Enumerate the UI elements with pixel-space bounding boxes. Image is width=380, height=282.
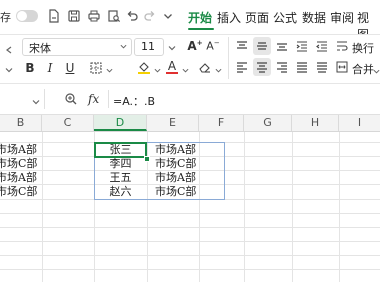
increase-font-glyph: A+ xyxy=(187,39,203,53)
formula-input-separator xyxy=(108,90,109,108)
align-top-icon[interactable] xyxy=(233,37,251,55)
justify-icon[interactable] xyxy=(293,58,311,76)
merge-cells-icon[interactable] xyxy=(333,58,351,76)
column-header-h[interactable]: H xyxy=(292,115,339,131)
more-chevron-down-icon[interactable] xyxy=(160,8,176,24)
font-size-select[interactable]: 11 xyxy=(134,38,164,56)
fill-color-chevron-icon[interactable] xyxy=(154,64,161,73)
autosave-label: 存 xyxy=(0,11,11,24)
font-color-letter: A xyxy=(167,59,177,73)
align-bottom-icon[interactable] xyxy=(273,37,291,55)
formula-input[interactable]: =A.：.B xyxy=(113,93,155,109)
tab-page[interactable]: 页面 xyxy=(245,9,269,26)
font-size-value: 11 xyxy=(141,40,155,53)
save-icon[interactable] xyxy=(66,8,82,24)
font-size-chevron-icon[interactable] xyxy=(168,42,176,51)
column-header-d[interactable]: D xyxy=(94,115,147,131)
increase-font-icon[interactable]: A+ xyxy=(186,37,204,55)
scroll-left-chevron-icon[interactable] xyxy=(5,44,13,54)
tab-insert[interactable]: 插入 xyxy=(217,9,241,26)
redo-icon[interactable] xyxy=(142,8,158,24)
fx-icon[interactable]: fx xyxy=(88,92,99,106)
toggle-knob xyxy=(17,11,27,21)
tab-data[interactable]: 数据 xyxy=(302,9,326,26)
chevron-down-icon xyxy=(120,44,127,49)
cell-b2[interactable]: 市场A部 xyxy=(0,143,37,157)
tab-review[interactable]: 审阅 xyxy=(330,9,354,26)
font-color-icon[interactable]: A xyxy=(163,58,181,76)
column-header-c[interactable]: C xyxy=(42,115,94,131)
font-color-bar xyxy=(166,72,178,74)
indent-icon[interactable] xyxy=(293,37,311,55)
tab-home[interactable]: 开始 xyxy=(188,9,212,26)
italic-button[interactable]: I xyxy=(41,59,59,77)
ribbon-separator xyxy=(228,37,229,79)
border-icon[interactable] xyxy=(87,59,105,77)
column-header-i[interactable]: I xyxy=(339,115,380,131)
tab-formulas[interactable]: 公式 xyxy=(273,9,297,26)
eraser-icon[interactable] xyxy=(196,58,214,76)
grid-line xyxy=(42,132,43,282)
underline-button[interactable]: U xyxy=(61,59,79,77)
column-header-g[interactable]: G xyxy=(244,115,292,131)
align-left-icon[interactable] xyxy=(233,58,251,76)
print-icon[interactable] xyxy=(86,8,102,24)
grid-line xyxy=(0,255,380,256)
grid-line xyxy=(0,213,380,214)
column-header-e[interactable]: E xyxy=(147,115,199,131)
grid-line xyxy=(0,241,380,242)
fill-color-icon[interactable] xyxy=(135,58,153,76)
ribbon-row2-chevron-icon[interactable] xyxy=(5,64,13,73)
cell-b4[interactable]: 市场A部 xyxy=(0,171,37,185)
grid-line xyxy=(0,269,380,270)
font-color-chevron-icon[interactable] xyxy=(182,64,189,73)
active-tab-indicator xyxy=(188,28,214,30)
eraser-chevron-icon[interactable] xyxy=(215,64,222,73)
column-header-f[interactable]: F xyxy=(199,115,244,131)
wrap-text-label[interactable]: 换行 xyxy=(352,40,374,56)
formula-bar-separator xyxy=(44,89,45,109)
wrap-text-icon[interactable] xyxy=(333,37,351,55)
fill-handle[interactable] xyxy=(144,156,150,162)
bold-button[interactable]: B xyxy=(21,59,39,77)
merge-label[interactable]: 合并 xyxy=(352,61,374,77)
name-box-chevron-icon[interactable] xyxy=(32,96,40,105)
print-preview-icon[interactable] xyxy=(106,8,122,24)
grid-line xyxy=(292,132,293,282)
align-middle-icon[interactable] xyxy=(253,37,271,55)
grid-line xyxy=(244,132,245,282)
decrease-font-icon[interactable]: A− xyxy=(204,37,222,55)
formula-bar xyxy=(0,84,380,114)
grid-line xyxy=(339,132,340,282)
decrease-font-glyph: A− xyxy=(206,39,220,53)
border-chevron-icon[interactable] xyxy=(106,64,113,73)
grid-line xyxy=(0,227,380,228)
merge-chevron-icon[interactable] xyxy=(373,65,380,74)
autosave-toggle[interactable] xyxy=(16,10,38,22)
outdent-icon[interactable] xyxy=(313,37,331,55)
file-icon[interactable] xyxy=(46,8,62,24)
align-right-icon[interactable] xyxy=(273,58,291,76)
zoom-search-icon[interactable] xyxy=(64,92,78,106)
undo-icon[interactable] xyxy=(124,8,140,24)
font-name-value: 宋体 xyxy=(29,42,51,55)
font-name-select[interactable]: 宋体 xyxy=(22,38,132,56)
cell-b3[interactable]: 市场C部 xyxy=(0,157,37,171)
distribute-icon[interactable] xyxy=(313,58,331,76)
align-center-icon[interactable] xyxy=(253,58,271,76)
active-cell-border xyxy=(94,142,147,158)
cell-b5[interactable]: 市场C部 xyxy=(0,185,37,199)
column-header-b[interactable]: B xyxy=(0,115,42,131)
column-headers: B C D E F G H I xyxy=(0,115,380,132)
